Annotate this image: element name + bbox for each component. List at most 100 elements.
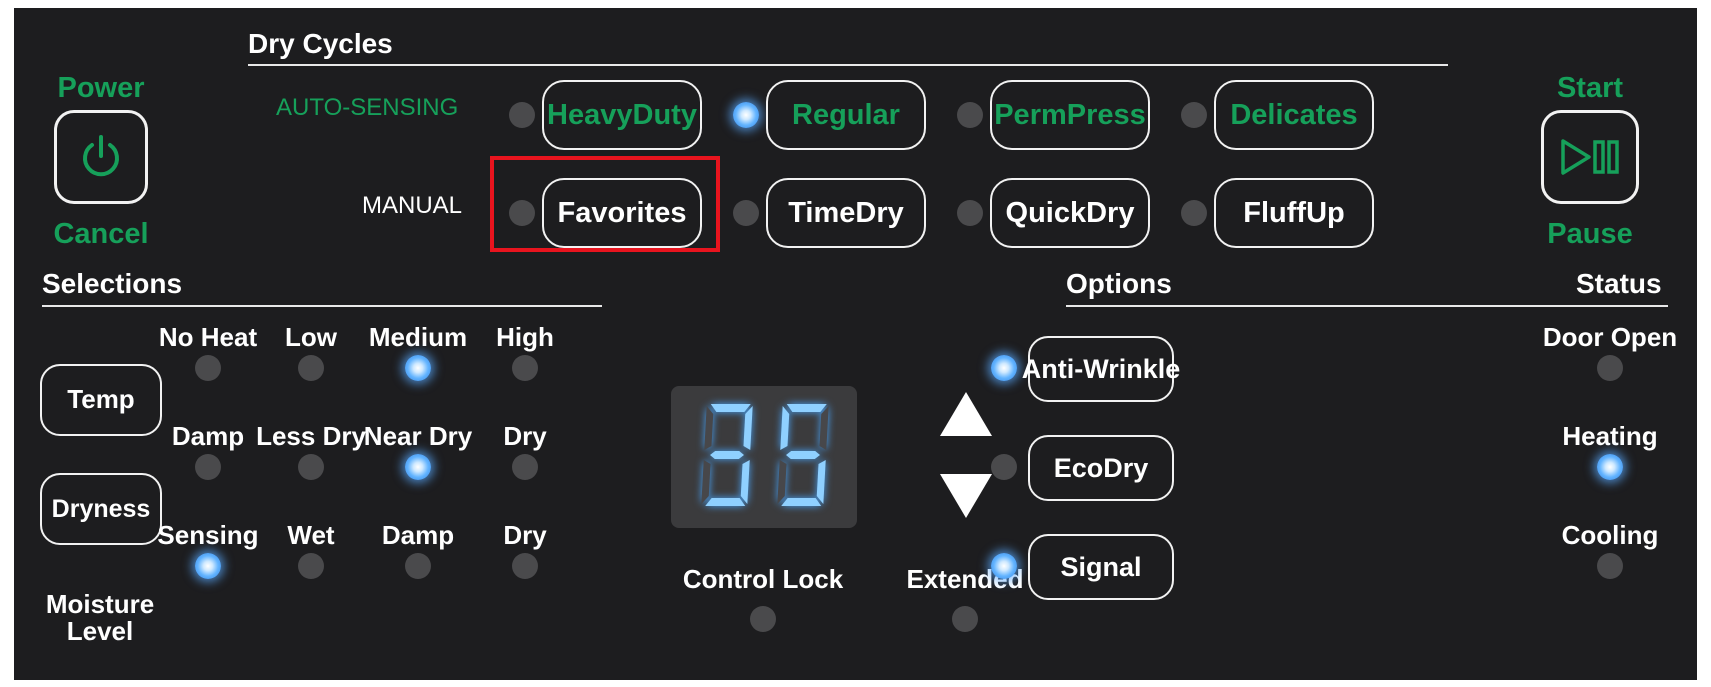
perm-press-led	[957, 102, 983, 128]
quick-dry-label-line-1: Quick	[1005, 196, 1087, 229]
dryness-damp-led	[195, 454, 221, 480]
regular-label-line-1: Regular	[792, 98, 900, 131]
dryness-near-dry-led	[405, 454, 431, 480]
temp-high-label: High	[496, 322, 554, 352]
temp-low-label: Low	[285, 322, 337, 352]
pause-label: Pause	[1547, 218, 1633, 250]
quick-dry-cycle-button[interactable]: Quick Dry	[990, 178, 1150, 248]
down-arrow-icon[interactable]	[938, 472, 994, 520]
manual-label: MANUAL	[362, 192, 463, 219]
perm-press-label-line-1: Perm	[994, 98, 1067, 131]
auto-sensing-label: AUTO-SENSING	[276, 94, 459, 121]
fluff-up-label-line-1: Fluff	[1243, 196, 1307, 229]
digit-segment-a	[786, 404, 827, 412]
fluff-up-label-line-2: Up	[1306, 196, 1345, 229]
digit-segment-c	[740, 460, 750, 504]
heavy-duty-label-line-2: Duty	[632, 98, 697, 131]
anti-wrinkle-label-line-2: Wrinkle	[1083, 353, 1181, 384]
delicates-cycle-button[interactable]: Delicates	[1214, 80, 1374, 150]
time-dry-cycle-button[interactable]: Time Dry	[766, 178, 926, 248]
temp-no-heat-label: No Heat	[158, 322, 258, 352]
regular-cycle-button[interactable]: Regular	[766, 80, 926, 150]
dryness-damp-label: Damp	[171, 421, 245, 451]
ecodry-option-button[interactable]: EcoDry	[1028, 435, 1174, 501]
time-dry-led	[733, 200, 759, 226]
power-label: Power	[57, 72, 145, 104]
moisture-sensing-label: Sensing	[157, 520, 259, 550]
temp-button[interactable]: Temp	[40, 364, 162, 436]
moisture-dry-led	[512, 553, 538, 579]
start-label: Start	[1556, 72, 1624, 104]
dryer-control-panel: Dry Cycles AUTO-SENSING MANUAL Heavy Duty…	[14, 8, 1697, 680]
moisture-label-line-2: Level	[66, 616, 134, 646]
moisture-wet-led	[298, 553, 324, 579]
moisture-sensing-led	[195, 553, 221, 579]
anti-wrinkle-option-button[interactable]: Anti- Wrinkle	[1022, 336, 1180, 402]
moisture-level-label: Moisture Level	[38, 591, 162, 645]
digit-segment-b	[743, 406, 753, 450]
delicates-label-line-1: Delicates	[1230, 98, 1358, 131]
dryness-button[interactable]: Dryness	[40, 473, 162, 545]
start-pause-button[interactable]	[1541, 110, 1639, 204]
dryness-near-dry-label: Near Dry	[363, 421, 473, 451]
temp-low-led	[298, 355, 324, 381]
dryness-dry-led	[512, 454, 538, 480]
cooling-status-led	[1597, 553, 1623, 579]
cancel-label: Cancel	[53, 218, 149, 250]
digit-segment-e	[777, 460, 787, 504]
digit-segment-b	[819, 406, 829, 450]
heavy-duty-led	[509, 102, 535, 128]
digit-segment-g	[786, 451, 820, 459]
dry-cycles-header: Dry Cycles	[248, 28, 393, 59]
heating-status-led	[1597, 454, 1623, 480]
temp-medium-led	[405, 355, 431, 381]
quick-dry-label-line-2: Dry	[1086, 196, 1135, 229]
control-lock-led	[750, 606, 776, 632]
dryness-dry-label: Dry	[503, 421, 547, 451]
temp-no-heat-led	[195, 355, 221, 381]
dryness-less-dry-label: Less Dry	[256, 421, 366, 451]
moisture-damp-label: Damp	[381, 520, 455, 550]
perm-press-label-line-2: Press	[1066, 98, 1146, 131]
moisture-label-line-1: Moisture	[45, 589, 155, 619]
heating-status-label: Heating	[1562, 421, 1658, 451]
favorites-highlight-box	[490, 156, 720, 252]
digit-segment-e	[701, 460, 711, 504]
signal-option-led	[991, 553, 1017, 579]
moisture-damp-led	[405, 553, 431, 579]
digit-segment-a	[710, 404, 751, 412]
ecodry-label-line-1: EcoDry	[1053, 452, 1149, 483]
dry-cycles-divider	[248, 64, 1448, 66]
status-header: Status	[1576, 268, 1662, 299]
signal-option-button[interactable]: Signal	[1028, 534, 1174, 600]
power-icon	[83, 135, 119, 177]
cooling-status-label: Cooling	[1561, 520, 1659, 550]
power-button[interactable]	[54, 110, 148, 204]
options-header: Options	[1066, 268, 1172, 299]
temp-high-led	[512, 355, 538, 381]
fluff-up-cycle-button[interactable]: Fluff Up	[1214, 178, 1374, 248]
display-digit-2	[777, 404, 829, 506]
perm-press-cycle-button[interactable]: Perm Press	[990, 80, 1150, 150]
temp-medium-label: Medium	[368, 322, 468, 352]
door-open-status-led	[1597, 355, 1623, 381]
anti-wrinkle-option-led	[991, 355, 1017, 381]
anti-wrinkle-label-line-1: Anti-	[1021, 353, 1084, 384]
regular-led	[733, 102, 759, 128]
heavy-duty-cycle-button[interactable]: Heavy Duty	[542, 80, 702, 150]
quick-dry-led	[957, 200, 983, 226]
ecodry-option-led	[991, 454, 1017, 480]
signal-label-line-1: Signal	[1060, 551, 1142, 582]
time-dry-label-line-1: Time	[788, 196, 856, 229]
digit-segment-d	[705, 498, 746, 506]
time-dry-label-line-2: Dry	[855, 196, 904, 229]
dryness-less-dry-led	[298, 454, 324, 480]
digit-segment-f	[704, 406, 714, 450]
door-open-status-label: Door Open	[1542, 322, 1678, 352]
digit-segment-f	[780, 406, 790, 450]
play-pause-icon	[1561, 139, 1619, 175]
up-arrow-icon[interactable]	[938, 390, 994, 438]
heavy-duty-label-line-1: Heavy	[547, 98, 633, 131]
moisture-wet-label: Wet	[287, 520, 335, 550]
fluff-up-led	[1181, 200, 1207, 226]
